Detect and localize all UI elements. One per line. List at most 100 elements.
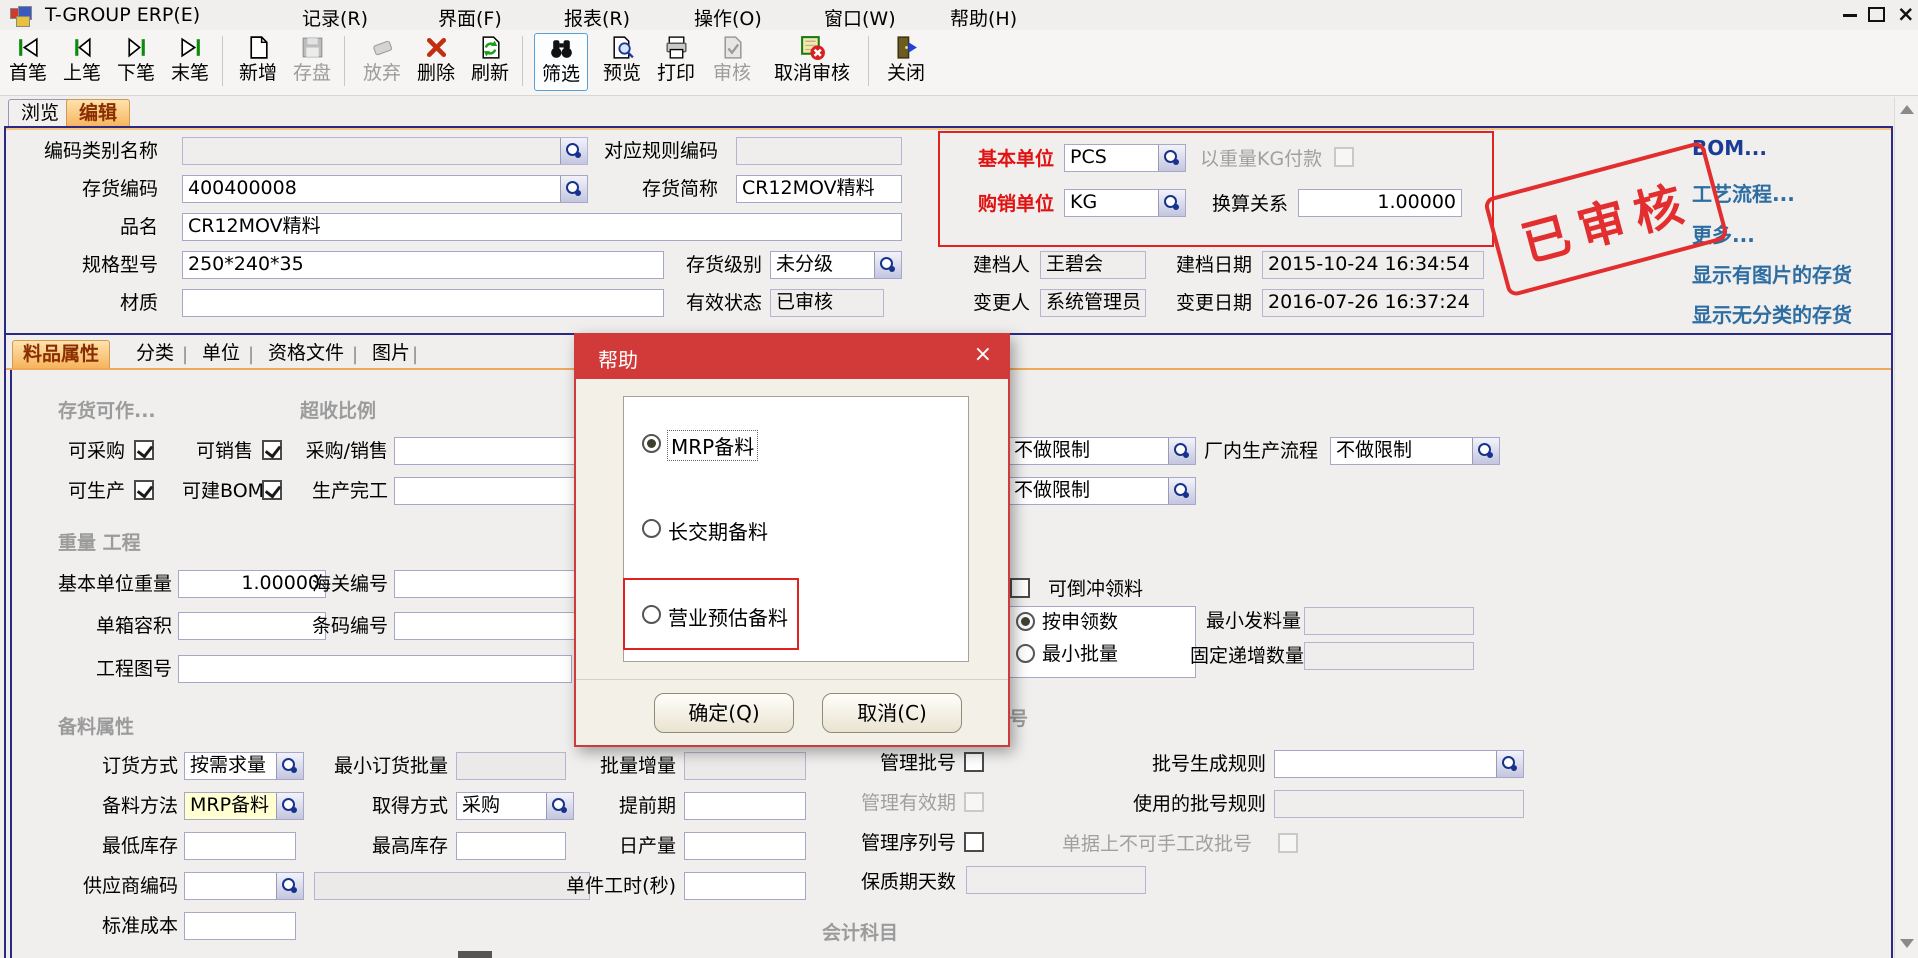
long-lead-spare-label[interactable]: 长交期备料 <box>668 516 768 545</box>
purchasable-checkbox[interactable] <box>134 440 154 460</box>
tab-unit[interactable]: 单位 <box>192 340 250 368</box>
box-volume-field[interactable] <box>178 612 326 640</box>
restore-icon[interactable] <box>1868 7 1885 22</box>
menu-record[interactable]: 记录(R) <box>302 4 368 31</box>
eraser-icon <box>369 34 396 61</box>
close-form-button[interactable]: 关闭 <box>880 33 932 91</box>
refresh-button[interactable]: 刷新 <box>464 33 516 91</box>
min-stock-field[interactable] <box>184 832 296 860</box>
menu-app[interactable]: T-GROUP ERP(E) <box>45 4 200 26</box>
section-inv-can: 存货可作... <box>58 396 156 423</box>
product-name-field[interactable]: CR12MOV精料 <box>182 213 902 241</box>
backflush-label: 可倒冲领料 <box>1048 576 1143 602</box>
close-window-icon[interactable]: × <box>1897 2 1915 26</box>
daily-output-field[interactable] <box>684 832 806 860</box>
last-record-button[interactable]: 末笔 <box>164 33 216 91</box>
ok-button[interactable]: 确定(Q) <box>654 693 794 733</box>
long-lead-spare-radio[interactable] <box>642 519 661 538</box>
material-field[interactable] <box>182 289 664 317</box>
lookup-icon[interactable] <box>276 873 303 899</box>
minimize-icon[interactable] <box>1843 14 1857 17</box>
acquire-method-field[interactable]: 采购 <box>456 792 574 820</box>
code-category-field[interactable] <box>182 137 588 165</box>
dialog-title-bar[interactable]: 帮助 × <box>576 335 1008 379</box>
first-record-button[interactable]: 首笔 <box>2 33 54 91</box>
mrp-spare-label[interactable]: MRP备料 <box>668 431 757 460</box>
menu-help[interactable]: 帮助(H) <box>950 4 1017 31</box>
lookup-icon[interactable] <box>1168 478 1195 504</box>
discard-button: 放弃 <box>356 33 408 91</box>
can-bom-label: 可建BOM <box>182 478 264 504</box>
menu-action[interactable]: 操作(O) <box>694 4 762 31</box>
order-method-field[interactable]: 按需求量 <box>184 752 304 780</box>
max-stock-field[interactable] <box>456 832 566 860</box>
menu-ui[interactable]: 界面(F) <box>438 4 502 31</box>
save-button: 存盘 <box>286 33 338 91</box>
menu-window[interactable]: 窗口(W) <box>824 4 896 31</box>
tab-classification[interactable]: 分类 <box>126 340 184 368</box>
approve-icon <box>719 34 746 61</box>
scroll-down-icon[interactable] <box>1900 939 1914 948</box>
can-bom-checkbox[interactable] <box>262 480 282 500</box>
inv-level-field[interactable]: 未分级 <box>770 251 902 279</box>
tab-browse[interactable]: 浏览 <box>8 99 72 127</box>
preview-button[interactable]: 预览 <box>596 33 648 91</box>
panel-accent-line <box>6 128 1891 130</box>
filter-button[interactable]: 筛选 <box>534 33 588 91</box>
next-record-button[interactable]: 下笔 <box>110 33 162 91</box>
drawing-no-field[interactable] <box>178 655 572 683</box>
spec-model-field[interactable]: 250*240*35 <box>182 251 664 279</box>
cancel-button[interactable]: 取消(C) <box>822 693 962 733</box>
base-unit-weight-field[interactable]: 1.00000 <box>178 570 326 598</box>
cutoff-element <box>458 951 492 958</box>
lead-time-field[interactable] <box>684 792 806 820</box>
sellable-checkbox[interactable] <box>262 440 282 460</box>
show-unclassified-link[interactable]: 显示无分类的存货 <box>1692 299 1852 328</box>
lookup-icon[interactable] <box>546 793 573 819</box>
show-with-image-link[interactable]: 显示有图片的存货 <box>1692 259 1852 288</box>
lookup-icon[interactable] <box>276 753 303 779</box>
supplier-code-field[interactable] <box>184 872 304 900</box>
tab-edit[interactable]: 编辑 <box>66 99 130 127</box>
backflush-checkbox[interactable] <box>1010 578 1030 598</box>
std-cost-field[interactable] <box>184 912 296 940</box>
lookup-icon[interactable] <box>1472 438 1499 464</box>
no-manual-batch-label: 单据上不可手工改批号 <box>1062 831 1252 857</box>
inv-short-name-field[interactable]: CR12MOV精料 <box>736 175 902 203</box>
dialog-close-icon[interactable]: × <box>974 342 992 367</box>
tab-item-attributes[interactable]: 料品属性 <box>12 340 110 368</box>
manage-batch-checkbox[interactable] <box>964 752 984 772</box>
by-requisition-radio[interactable] <box>1016 612 1035 631</box>
restrict-upper-field[interactable]: 不做限制 <box>1008 437 1196 465</box>
new-button[interactable]: 新增 <box>232 33 284 91</box>
nav-prev-icon <box>69 34 96 61</box>
lookup-icon[interactable] <box>560 176 587 202</box>
inv-code-field[interactable]: 400400008 <box>182 175 588 203</box>
vertical-scrollbar[interactable] <box>1894 97 1918 958</box>
lookup-icon[interactable] <box>874 252 901 278</box>
spare-method-field[interactable]: MRP备料 <box>184 792 304 820</box>
menu-report[interactable]: 报表(R) <box>564 4 630 31</box>
factory-flow-field[interactable]: 不做限制 <box>1330 437 1500 465</box>
manage-serial-checkbox[interactable] <box>964 832 984 852</box>
used-batch-rule-label: 使用的批号规则 <box>1130 791 1266 817</box>
producible-checkbox[interactable] <box>134 480 154 500</box>
lookup-icon[interactable] <box>560 138 587 164</box>
restrict-lower-field[interactable]: 不做限制 <box>1008 477 1196 505</box>
scroll-up-icon[interactable] <box>1900 105 1914 114</box>
delete-button[interactable]: 删除 <box>410 33 462 91</box>
lead-time-label: 提前期 <box>596 793 676 819</box>
lookup-icon[interactable] <box>276 793 303 819</box>
min-batch-radio[interactable] <box>1016 644 1035 663</box>
prev-record-button[interactable]: 上笔 <box>56 33 108 91</box>
tab-qualification[interactable]: 资格文件 <box>258 340 354 368</box>
lookup-icon[interactable] <box>1168 438 1195 464</box>
unit-work-sec-field[interactable] <box>684 872 806 900</box>
mrp-spare-radio[interactable] <box>642 434 661 453</box>
batch-gen-rule-field[interactable] <box>1274 750 1524 778</box>
cancel-approve-button[interactable]: 取消审核 <box>764 33 860 91</box>
batch-gen-rule-label: 批号生成规则 <box>1148 751 1266 777</box>
panel-border-left <box>4 126 6 958</box>
lookup-icon[interactable] <box>1496 751 1523 777</box>
print-button[interactable]: 打印 <box>650 33 702 91</box>
